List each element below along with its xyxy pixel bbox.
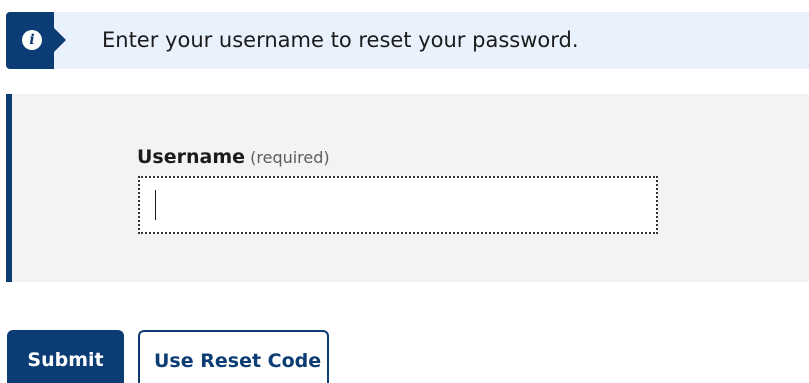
username-required-hint: (required) — [250, 148, 330, 167]
info-banner-tab: i — [6, 12, 54, 69]
info-banner: i Enter your username to reset your pass… — [6, 12, 809, 69]
text-cursor — [155, 190, 156, 220]
password-reset-page: i Enter your username to reset your pass… — [0, 0, 809, 383]
username-label: Username — [137, 146, 246, 168]
submit-button[interactable]: Submit — [7, 330, 124, 383]
info-banner-message: Enter your username to reset your passwo… — [102, 28, 579, 52]
info-icon: i — [22, 30, 42, 50]
username-input[interactable] — [138, 176, 658, 234]
info-banner-arrow — [54, 28, 66, 52]
username-label-row: Username (required) — [137, 146, 330, 168]
username-form-panel: Username (required) — [6, 94, 809, 282]
use-reset-code-button[interactable]: Use Reset Code — [138, 330, 329, 383]
